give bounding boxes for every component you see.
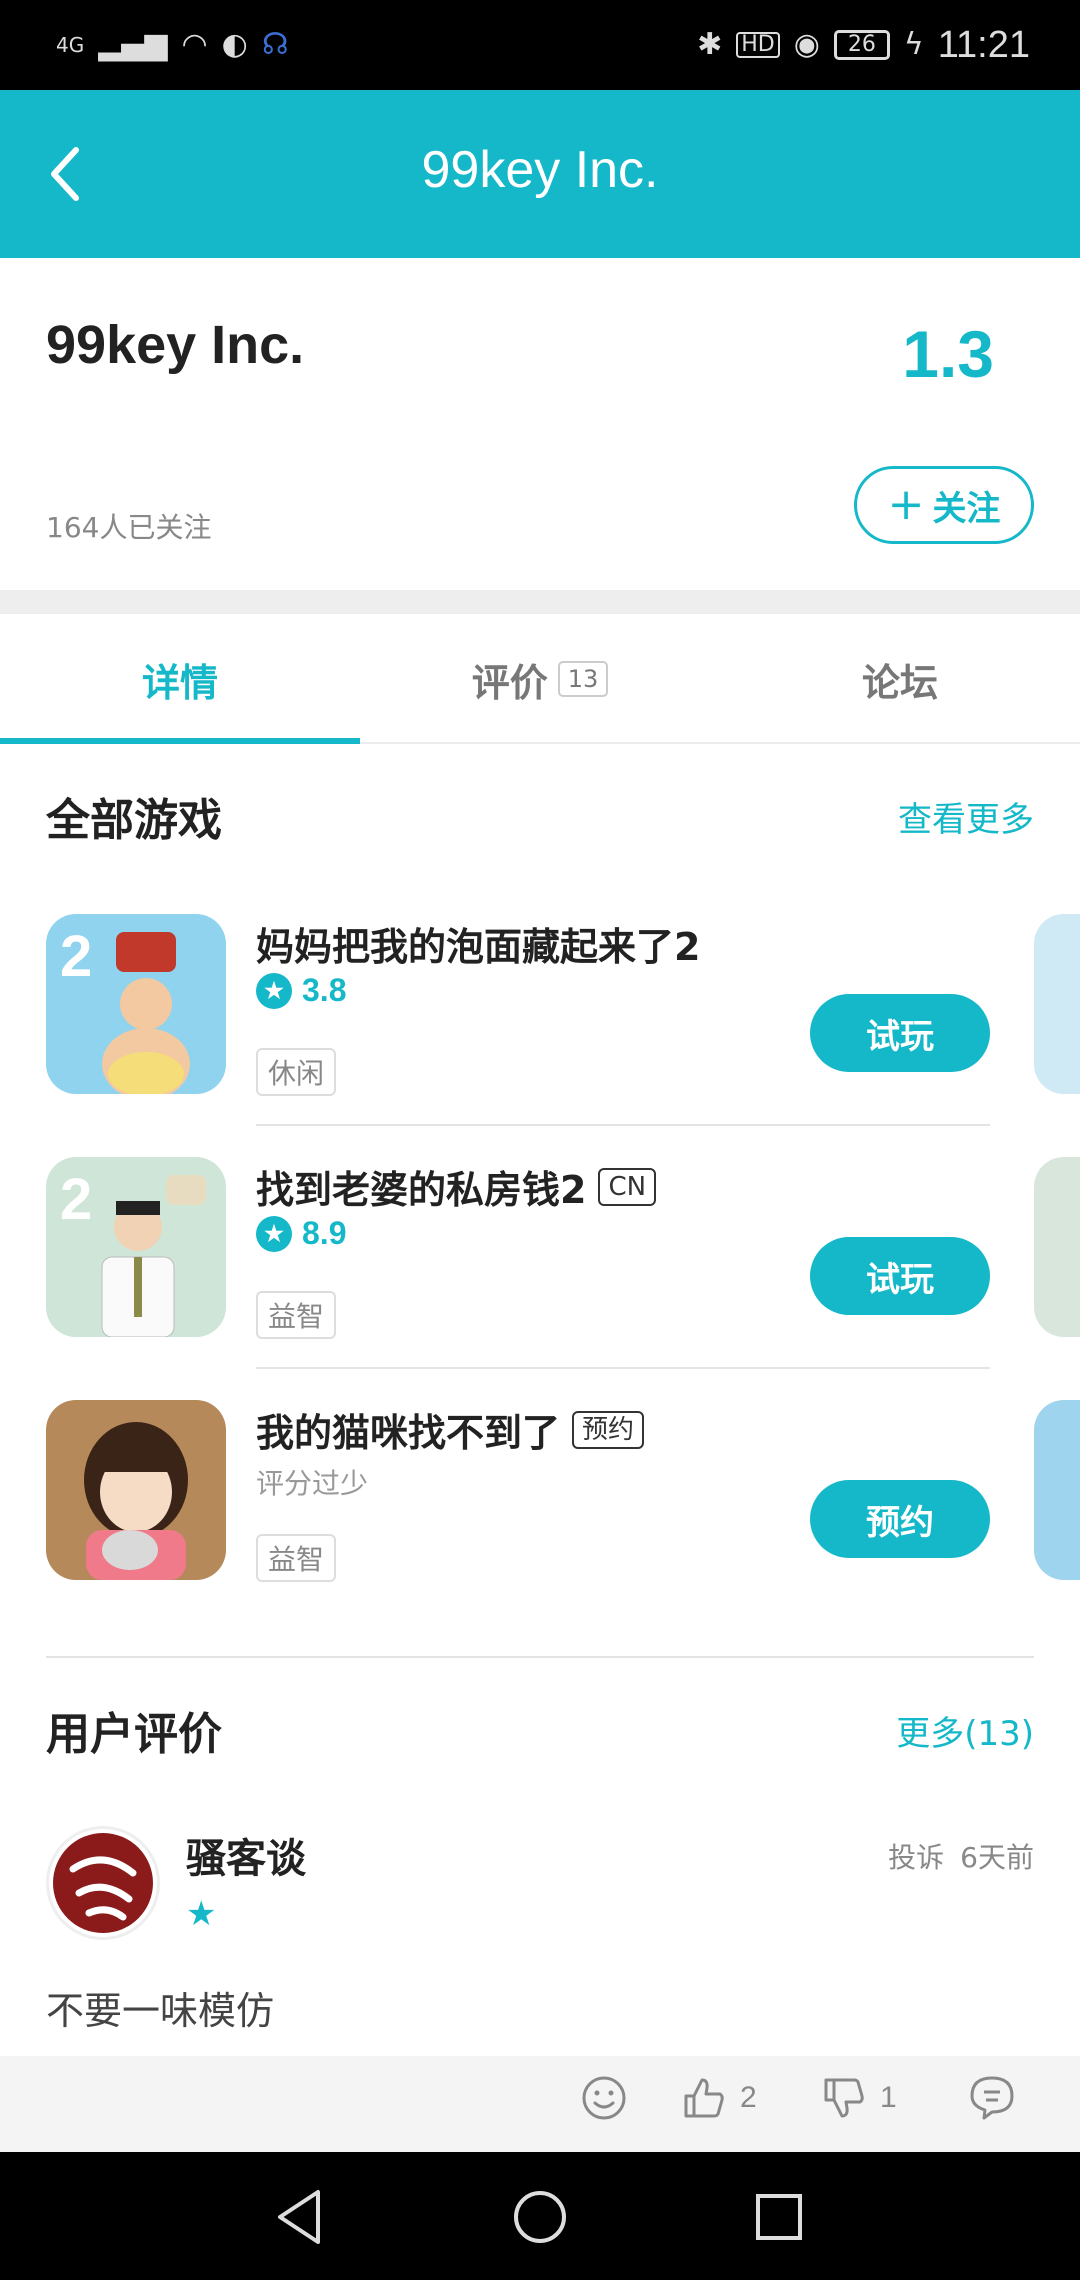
- game-title: 我的猫咪找不到了 预约: [256, 1402, 645, 1457]
- avatar[interactable]: [46, 1826, 160, 1940]
- try-play-button[interactable]: 试玩: [810, 1237, 990, 1315]
- report-link[interactable]: 投诉: [888, 1836, 944, 1876]
- row-divider: [256, 1124, 990, 1126]
- game-icon: 2: [46, 914, 226, 1094]
- hd-icon: HD: [736, 32, 780, 58]
- comment-button[interactable]: [968, 2074, 1016, 2122]
- tab-reviews[interactable]: 评价 13: [360, 614, 720, 744]
- star-icon: ★: [256, 1215, 292, 1252]
- reviewer-name[interactable]: 骚客谈: [186, 1826, 306, 1884]
- company-name: 99key Inc.: [46, 315, 305, 375]
- game-title: 妈妈把我的泡面藏起来了2: [256, 916, 700, 971]
- game-rating: ★ 3.8: [256, 972, 346, 1009]
- status-bar: 4G ▂▄▆ ◠ ◐ ☊ ✱ HD ◉ 26 ϟ 11:21: [0, 0, 1080, 90]
- game-category-tag: 益智: [256, 1534, 337, 1582]
- thumbs-down-icon: [824, 2078, 864, 2118]
- reviews-section-title: 用户评价: [46, 1709, 222, 1760]
- signal-icon: ▂▄▆: [98, 27, 168, 62]
- game-title-text: 我的猫咪找不到了: [256, 1411, 561, 1455]
- tab-details[interactable]: 详情: [0, 614, 360, 744]
- games-section-title: 全部游戏: [46, 795, 222, 846]
- rating-insufficient: 评分过少: [256, 1467, 369, 1500]
- games-more-link[interactable]: 查看更多: [898, 792, 1034, 841]
- rating-value: 8.9: [302, 1215, 347, 1251]
- data-saver-icon: ◐: [221, 27, 248, 62]
- game-icon: [46, 1400, 226, 1580]
- next-game-preview[interactable]: [1034, 914, 1080, 1094]
- next-game-preview[interactable]: [1034, 1157, 1080, 1337]
- dislike-count: 1: [880, 2081, 897, 2114]
- follow-button[interactable]: + 关注: [854, 466, 1034, 544]
- review-meta: 投诉 6天前: [888, 1836, 1034, 1876]
- company-score: 1.3: [902, 317, 994, 391]
- game-title-text: 找到老婆的私房钱2: [256, 1168, 587, 1212]
- next-game-preview[interactable]: [1034, 1400, 1080, 1580]
- charging-icon: ϟ: [903, 27, 924, 62]
- tab-bar: 详情 评价 13 论坛: [0, 614, 1080, 744]
- smiley-icon: [582, 2076, 626, 2120]
- star-icon: ★: [256, 972, 292, 1009]
- like-button[interactable]: 2: [680, 2074, 757, 2122]
- star-icon: ★: [186, 1894, 217, 1934]
- nav-back-button[interactable]: [266, 2182, 336, 2252]
- app-header: 99key Inc.: [0, 90, 1080, 258]
- review-action-bar: 2 1: [0, 2056, 1080, 2152]
- clock: 11:21: [937, 23, 1030, 66]
- follow-label: 关注: [932, 488, 1001, 529]
- plus-icon: +: [887, 479, 925, 530]
- svg-text:2: 2: [60, 924, 92, 989]
- nav-recents-button[interactable]: [744, 2182, 814, 2252]
- tab-indicator: [0, 738, 360, 744]
- reviews-more-link[interactable]: 更多(13): [896, 1706, 1034, 1755]
- section-separator: [46, 1656, 1034, 1658]
- rating-value: 3.8: [302, 972, 347, 1008]
- triangle-back-icon: [278, 2190, 320, 2244]
- region-tag: CN: [598, 1167, 657, 1206]
- section-divider: [0, 590, 1080, 614]
- thumbs-up-icon: [684, 2078, 724, 2118]
- game-item[interactable]: 我的猫咪找不到了 预约 评分过少 益智 预约: [0, 1400, 1080, 1643]
- company-card: 99key Inc. 1.3 164人已关注 + 关注: [0, 258, 1080, 590]
- game-title-text: 妈妈把我的泡面藏起来了2: [256, 925, 701, 969]
- emoji-button[interactable]: [580, 2074, 628, 2122]
- review-count-badge: 13: [557, 661, 609, 697]
- system-nav-bar: [0, 2152, 1080, 2280]
- follower-count: 164人已关注: [46, 511, 212, 544]
- comment-icon: [970, 2076, 1014, 2120]
- review-text: 不要一味模仿: [46, 1989, 275, 2033]
- game-rating: ★ 8.9: [256, 1215, 346, 1252]
- game-category-tag: 休闲: [256, 1048, 337, 1096]
- reservation-tag: 预约: [572, 1410, 645, 1449]
- tab-label: 详情: [141, 660, 218, 705]
- notification-icon: ☊: [261, 27, 289, 62]
- game-icon: 2: [46, 1157, 226, 1337]
- game-item[interactable]: 2 找到老婆的私房钱2 CN ★ 8.9 益智 试玩: [0, 1157, 1080, 1400]
- page-title: 99key Inc.: [421, 141, 659, 199]
- game-title: 找到老婆的私房钱2 CN: [256, 1159, 657, 1214]
- review-time: 6天前: [960, 1841, 1034, 1874]
- like-count: 2: [740, 2081, 757, 2114]
- circle-home-icon: [514, 2191, 566, 2243]
- bluetooth-icon: ✱: [697, 27, 723, 62]
- battery-icon: 26: [833, 30, 890, 60]
- tab-label: 评价: [471, 660, 548, 705]
- tab-label: 论坛: [861, 660, 938, 705]
- dislike-button[interactable]: 1: [820, 2074, 897, 2122]
- row-divider: [256, 1367, 990, 1369]
- nav-home-button[interactable]: [505, 2182, 575, 2252]
- reserve-button[interactable]: 预约: [810, 1480, 990, 1558]
- tab-forum[interactable]: 论坛: [720, 614, 1080, 744]
- eye-comfort-icon: ◉: [793, 27, 820, 62]
- game-category-tag: 益智: [256, 1291, 337, 1339]
- square-recents-icon: [756, 2194, 802, 2240]
- try-play-button[interactable]: 试玩: [810, 994, 990, 1072]
- network-label: 4G: [56, 33, 85, 57]
- svg-text:2: 2: [60, 1167, 92, 1232]
- game-item[interactable]: 2 妈妈把我的泡面藏起来了2 ★ 3.8 休闲 试玩: [0, 914, 1080, 1157]
- wifi-icon: ◠: [181, 27, 208, 62]
